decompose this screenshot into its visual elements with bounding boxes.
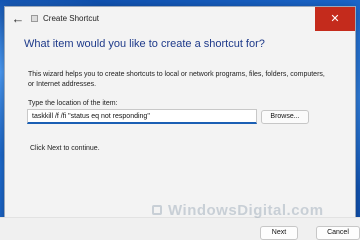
close-button[interactable]: ✕: [315, 7, 355, 31]
browse-button[interactable]: Browse...: [261, 110, 309, 124]
continue-note: Click Next to continue.: [30, 145, 100, 152]
watermark-logo-icon: [152, 205, 162, 215]
wizard-footer: [0, 217, 360, 240]
location-input[interactable]: taskkill /f /fi "status eq not respondin…: [27, 109, 257, 124]
wizard-description: This wizard helps you to create shortcut…: [28, 71, 325, 88]
wizard-heading: What item would you like to create a sho…: [24, 38, 265, 50]
shortcut-app-icon: [31, 15, 38, 22]
cancel-button[interactable]: Cancel: [316, 226, 360, 240]
back-arrow-icon[interactable]: ←: [11, 12, 25, 26]
window-title: Create Shortcut: [43, 14, 100, 23]
location-label: Type the location of the item:: [28, 100, 118, 107]
watermark-text: WindowsDigital.com: [168, 202, 324, 219]
next-button[interactable]: Next: [260, 226, 298, 240]
title-bar: ← Create Shortcut ✕: [5, 7, 355, 31]
